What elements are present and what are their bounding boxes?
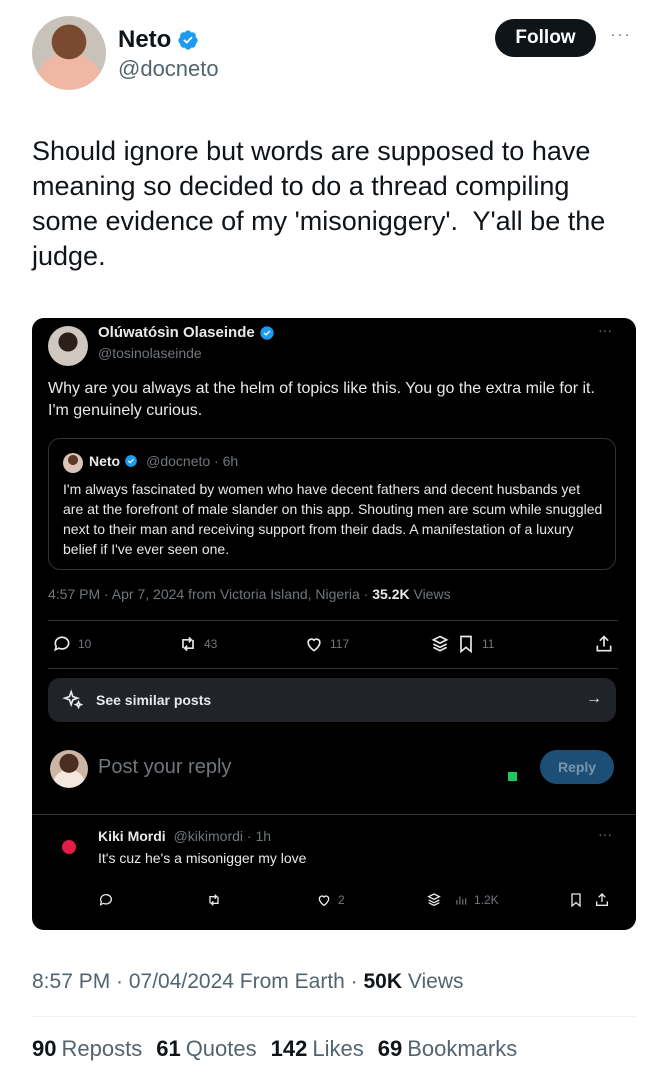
- embedded-repost-action: 43: [178, 634, 217, 654]
- tweet-timestamp[interactable]: 8:57 PM · 07/04/2024 From Earth · 50K Vi…: [32, 970, 464, 994]
- embedded-reply-action: 10: [52, 634, 91, 654]
- reply-tweet-reply-action: [98, 892, 114, 908]
- quoted-tweet: Neto @docneto · 6h I'm always fascinated…: [48, 438, 616, 570]
- embedded-tweet-text: Why are you always at the helm of topics…: [48, 380, 595, 419]
- embedded-like-count: 117: [330, 637, 350, 651]
- embedded-timestamp-text: 4:57 PM · Apr 7, 2024 from Victoria Isla…: [48, 586, 373, 602]
- author-avatar[interactable]: [32, 16, 106, 90]
- reply-icon: [99, 894, 112, 906]
- reply-tweet-more-icon: ···: [598, 826, 612, 842]
- embedded-bookmark-action: 11: [430, 634, 494, 654]
- reply-tweet-views: 1.2K: [474, 893, 499, 907]
- quotes-stat[interactable]: 61 Quotes: [156, 1036, 256, 1062]
- embedded-action-bar: 10 43 117 11: [48, 634, 618, 660]
- divider: [32, 1016, 636, 1017]
- verified-badge-icon: [178, 30, 198, 50]
- reply-tweet-views-action: 1.2K: [426, 892, 499, 908]
- likes-label: Likes: [312, 1036, 364, 1061]
- embedded-like-action: 117: [304, 634, 349, 654]
- layers-icon: [427, 893, 441, 907]
- status-indicator: [508, 772, 517, 781]
- reply-tweet-meta: @kikimordi · 1h: [173, 828, 272, 844]
- reposts-count: 90: [32, 1036, 57, 1061]
- quotes-label: Quotes: [185, 1036, 257, 1061]
- follow-button[interactable]: Follow: [495, 19, 596, 57]
- author-name[interactable]: Neto: [118, 26, 171, 54]
- embedded-views-count: 35.2K: [372, 586, 410, 602]
- reply-avatar: [50, 750, 88, 788]
- analytics-icon: [456, 896, 467, 905]
- reply-tweet-action-bar: 2 1.2K: [98, 892, 618, 912]
- embedded-more-icon: ···: [598, 322, 612, 338]
- embedded-author-name-row: Olúwatósìn Olaseinde: [98, 324, 275, 341]
- reply-tweet-bookmark-action: [568, 892, 584, 908]
- sparkle-icon: [62, 689, 84, 710]
- see-similar-posts-button: See similar posts →: [48, 678, 616, 722]
- bookmark-icon: [460, 635, 472, 654]
- heart-icon: [318, 895, 330, 907]
- reply-tweet-name-row: Kiki Mordi @kikimordi · 1h: [98, 828, 271, 844]
- quoted-meta: @docneto · 6h: [146, 453, 239, 469]
- likes-count: 142: [270, 1036, 308, 1061]
- author-handle[interactable]: @docneto: [118, 56, 219, 82]
- divider: [32, 814, 636, 815]
- heart-icon: [307, 638, 321, 652]
- embedded-author-handle: @tosinolaseinde: [98, 345, 202, 361]
- reply-tweet-text: It's cuz he's a misonigger my love: [98, 850, 307, 866]
- likes-stat[interactable]: 142 Likes: [271, 1036, 364, 1062]
- bookmarks-label: Bookmarks: [407, 1036, 518, 1061]
- reply-icon: [54, 636, 70, 652]
- bookmark-icon: [571, 893, 581, 908]
- divider: [48, 668, 618, 669]
- author-name-row[interactable]: Neto: [118, 26, 199, 54]
- verified-badge-icon: [125, 455, 137, 467]
- embedded-bookmark-count: 11: [482, 637, 495, 651]
- share-icon: [596, 893, 608, 906]
- embedded-repost-count: 43: [204, 637, 218, 651]
- quoted-avatar: [63, 453, 83, 473]
- quotes-count: 61: [156, 1036, 181, 1061]
- see-similar-label: See similar posts: [96, 692, 212, 708]
- reposts-stat[interactable]: 90 Reposts: [32, 1036, 142, 1062]
- divider: [48, 620, 618, 621]
- embedded-screenshot[interactable]: Olúwatósìn Olaseinde @tosinolaseinde ···…: [32, 318, 636, 930]
- more-options-icon[interactable]: ···: [610, 24, 631, 45]
- engagement-stats: 90 Reposts 61 Quotes 142 Likes 69 Bookmarks: [32, 1036, 517, 1062]
- tweet-views-count: 50K: [363, 970, 403, 993]
- reply-tweet-like-action: 2: [316, 892, 345, 908]
- reply-tweet-repost-action: [206, 892, 222, 908]
- quoted-name: Neto: [89, 453, 121, 469]
- bookmarks-count: 69: [377, 1036, 403, 1061]
- post-reply-input: Post your reply: [98, 756, 232, 778]
- reply-button: Reply: [540, 750, 614, 784]
- tweet-views-label: Views: [402, 970, 464, 993]
- repost-icon: [209, 894, 219, 906]
- reposts-label: Reposts: [61, 1036, 143, 1061]
- reply-tweet-avatar: [62, 840, 76, 854]
- reply-tweet-name: Kiki Mordi: [98, 828, 166, 844]
- arrow-right-icon: →: [586, 690, 602, 707]
- embedded-author-avatar: [48, 326, 88, 366]
- embedded-reply-count: 10: [78, 637, 92, 651]
- embedded-views-label: Views: [409, 586, 451, 602]
- quoted-name-row: Neto @docneto · 6h: [89, 453, 238, 469]
- tweet-time[interactable]: 8:57 PM · 07/04/2024 From Earth ·: [32, 970, 364, 993]
- embedded-author-name: Olúwatósìn Olaseinde: [98, 324, 255, 341]
- embedded-share-action: [594, 634, 614, 654]
- bookmarks-stat[interactable]: 69 Bookmarks: [378, 1036, 518, 1062]
- quoted-text: I'm always fascinated by women who have …: [63, 481, 603, 557]
- layers-icon: [431, 635, 449, 652]
- embedded-timestamp: 4:57 PM · Apr 7, 2024 from Victoria Isla…: [48, 586, 451, 602]
- repost-icon: [182, 636, 194, 652]
- verified-badge-icon: [260, 325, 274, 340]
- reply-tweet-share-action: [594, 892, 610, 908]
- share-icon: [596, 635, 612, 652]
- tweet-text: Should ignore but words are supposed to …: [32, 136, 606, 271]
- reply-tweet-like-count: 2: [338, 893, 345, 907]
